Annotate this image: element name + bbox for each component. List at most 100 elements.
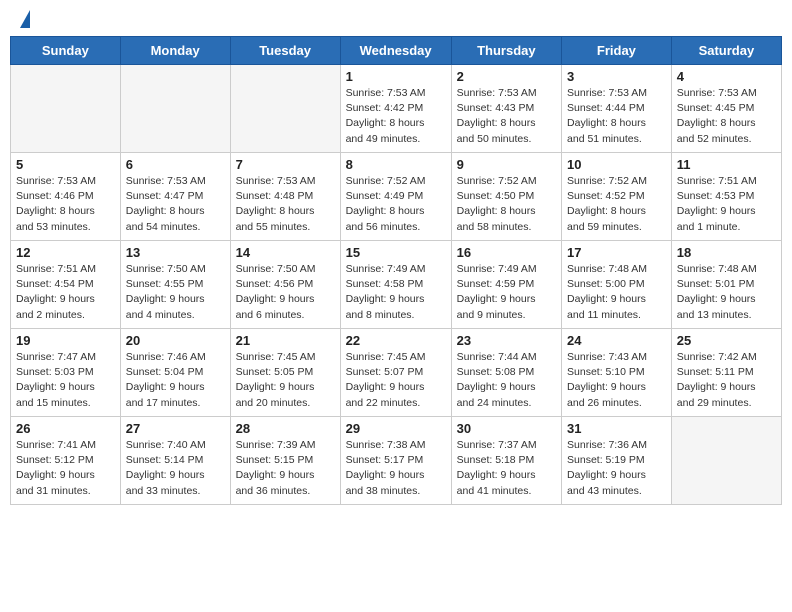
day-info: Sunrise: 7:40 AMSunset: 5:14 PMDaylight:… xyxy=(126,438,225,499)
day-info: Sunrise: 7:49 AMSunset: 4:59 PMDaylight:… xyxy=(457,262,556,323)
day-info: Sunrise: 7:53 AMSunset: 4:47 PMDaylight:… xyxy=(126,174,225,235)
day-number: 20 xyxy=(126,333,225,348)
day-info: Sunrise: 7:36 AMSunset: 5:19 PMDaylight:… xyxy=(567,438,666,499)
calendar-day-cell: 30 Sunrise: 7:37 AMSunset: 5:18 PMDayligh… xyxy=(451,417,561,505)
day-info: Sunrise: 7:53 AMSunset: 4:44 PMDaylight:… xyxy=(567,86,666,147)
day-info: Sunrise: 7:39 AMSunset: 5:15 PMDaylight:… xyxy=(236,438,335,499)
day-info: Sunrise: 7:50 AMSunset: 4:56 PMDaylight:… xyxy=(236,262,335,323)
day-info: Sunrise: 7:46 AMSunset: 5:04 PMDaylight:… xyxy=(126,350,225,411)
calendar-day-cell: 29Sunrise: 7:38 AMSunset: 5:17 PMDayligh… xyxy=(340,417,451,505)
calendar-week-row: 12Sunrise: 7:51 AMSunset: 4:54 PMDayligh… xyxy=(11,241,782,329)
day-info: Sunrise: 7:38 AMSunset: 5:17 PMDaylight:… xyxy=(346,438,446,499)
calendar-day-cell: 21Sunrise: 7:45 AMSunset: 5:05 PMDayligh… xyxy=(230,329,340,417)
day-number: 18 xyxy=(677,245,776,260)
calendar-day-cell: 2 Sunrise: 7:53 AMSunset: 4:43 PMDaylight… xyxy=(451,65,561,153)
day-info: Sunrise: 7:37 AMSunset: 5:18 PMDaylight:… xyxy=(457,438,556,499)
calendar-day-cell: 13Sunrise: 7:50 AMSunset: 4:55 PMDayligh… xyxy=(120,241,230,329)
day-number: 31 xyxy=(567,421,666,436)
calendar-day-cell xyxy=(671,417,781,505)
day-number: 4 xyxy=(677,69,776,84)
calendar-day-cell: 4 Sunrise: 7:53 AMSunset: 4:45 PMDaylight… xyxy=(671,65,781,153)
day-number: 24 xyxy=(567,333,666,348)
day-info: Sunrise: 7:53 AMSunset: 4:42 PMDaylight:… xyxy=(346,86,446,147)
calendar-day-header: Saturday xyxy=(671,37,781,65)
day-number: 25 xyxy=(677,333,776,348)
day-number: 17 xyxy=(567,245,666,260)
calendar-week-row: 1 Sunrise: 7:53 AMSunset: 4:42 PMDaylight… xyxy=(11,65,782,153)
day-info: Sunrise: 7:52 AMSunset: 4:49 PMDaylight:… xyxy=(346,174,446,235)
day-info: Sunrise: 7:47 AMSunset: 5:03 PMDaylight:… xyxy=(16,350,115,411)
day-number: 8 xyxy=(346,157,446,172)
calendar-day-cell: 6 Sunrise: 7:53 AMSunset: 4:47 PMDaylight… xyxy=(120,153,230,241)
calendar-day-cell: 17 Sunrise: 7:48 AMSunset: 5:00 PMDayligh… xyxy=(562,241,672,329)
calendar-day-cell: 5 Sunrise: 7:53 AMSunset: 4:46 PMDaylight… xyxy=(11,153,121,241)
calendar-day-cell: 27Sunrise: 7:40 AMSunset: 5:14 PMDayligh… xyxy=(120,417,230,505)
day-number: 14 xyxy=(236,245,335,260)
calendar-day-cell: 31 Sunrise: 7:36 AMSunset: 5:19 PMDayligh… xyxy=(562,417,672,505)
calendar-wrapper: SundayMondayTuesdayWednesdayThursdayFrid… xyxy=(0,36,792,505)
day-number: 5 xyxy=(16,157,115,172)
calendar-day-cell: 22 Sunrise: 7:45 AMSunset: 5:07 PMDayligh… xyxy=(340,329,451,417)
calendar-day-cell: 23 Sunrise: 7:44 AMSunset: 5:08 PMDayligh… xyxy=(451,329,561,417)
calendar-day-cell xyxy=(11,65,121,153)
calendar-day-cell: 1 Sunrise: 7:53 AMSunset: 4:42 PMDaylight… xyxy=(340,65,451,153)
day-number: 19 xyxy=(16,333,115,348)
day-number: 6 xyxy=(126,157,225,172)
calendar-day-cell: 25 Sunrise: 7:42 AMSunset: 5:11 PMDayligh… xyxy=(671,329,781,417)
day-number: 16 xyxy=(457,245,556,260)
calendar-day-header: Sunday xyxy=(11,37,121,65)
calendar-day-cell: 10 Sunrise: 7:52 AMSunset: 4:52 PMDayligh… xyxy=(562,153,672,241)
header xyxy=(0,0,792,36)
day-info: Sunrise: 7:44 AMSunset: 5:08 PMDaylight:… xyxy=(457,350,556,411)
day-info: Sunrise: 7:42 AMSunset: 5:11 PMDaylight:… xyxy=(677,350,776,411)
calendar-day-cell: 15 Sunrise: 7:49 AMSunset: 4:58 PMDayligh… xyxy=(340,241,451,329)
calendar-table: SundayMondayTuesdayWednesdayThursdayFrid… xyxy=(10,36,782,505)
day-number: 13 xyxy=(126,245,225,260)
page: SundayMondayTuesdayWednesdayThursdayFrid… xyxy=(0,0,792,612)
calendar-day-cell: 16 Sunrise: 7:49 AMSunset: 4:59 PMDayligh… xyxy=(451,241,561,329)
calendar-week-row: 26Sunrise: 7:41 AMSunset: 5:12 PMDayligh… xyxy=(11,417,782,505)
calendar-day-cell xyxy=(120,65,230,153)
calendar-day-cell: 14 Sunrise: 7:50 AMSunset: 4:56 PMDayligh… xyxy=(230,241,340,329)
calendar-day-header: Thursday xyxy=(451,37,561,65)
day-info: Sunrise: 7:51 AMSunset: 4:53 PMDaylight:… xyxy=(677,174,776,235)
day-number: 10 xyxy=(567,157,666,172)
calendar-day-cell: 3 Sunrise: 7:53 AMSunset: 4:44 PMDaylight… xyxy=(562,65,672,153)
logo xyxy=(18,12,30,28)
day-number: 7 xyxy=(236,157,335,172)
day-info: Sunrise: 7:51 AMSunset: 4:54 PMDaylight:… xyxy=(16,262,115,323)
day-info: Sunrise: 7:53 AMSunset: 4:45 PMDaylight:… xyxy=(677,86,776,147)
calendar-day-cell: 26Sunrise: 7:41 AMSunset: 5:12 PMDayligh… xyxy=(11,417,121,505)
calendar-day-cell: 18 Sunrise: 7:48 AMSunset: 5:01 PMDayligh… xyxy=(671,241,781,329)
day-info: Sunrise: 7:45 AMSunset: 5:07 PMDaylight:… xyxy=(346,350,446,411)
day-info: Sunrise: 7:49 AMSunset: 4:58 PMDaylight:… xyxy=(346,262,446,323)
day-number: 30 xyxy=(457,421,556,436)
day-info: Sunrise: 7:53 AMSunset: 4:46 PMDaylight:… xyxy=(16,174,115,235)
calendar-day-cell: 8 Sunrise: 7:52 AMSunset: 4:49 PMDaylight… xyxy=(340,153,451,241)
calendar-day-cell xyxy=(230,65,340,153)
day-info: Sunrise: 7:53 AMSunset: 4:43 PMDaylight:… xyxy=(457,86,556,147)
day-number: 21 xyxy=(236,333,335,348)
day-info: Sunrise: 7:53 AMSunset: 4:48 PMDaylight:… xyxy=(236,174,335,235)
day-number: 26 xyxy=(16,421,115,436)
day-number: 2 xyxy=(457,69,556,84)
day-info: Sunrise: 7:48 AMSunset: 5:01 PMDaylight:… xyxy=(677,262,776,323)
day-info: Sunrise: 7:52 AMSunset: 4:52 PMDaylight:… xyxy=(567,174,666,235)
calendar-day-cell: 28Sunrise: 7:39 AMSunset: 5:15 PMDayligh… xyxy=(230,417,340,505)
calendar-day-header: Friday xyxy=(562,37,672,65)
day-number: 15 xyxy=(346,245,446,260)
day-number: 9 xyxy=(457,157,556,172)
calendar-day-cell: 7 Sunrise: 7:53 AMSunset: 4:48 PMDaylight… xyxy=(230,153,340,241)
day-number: 22 xyxy=(346,333,446,348)
calendar-day-header: Monday xyxy=(120,37,230,65)
calendar-week-row: 5 Sunrise: 7:53 AMSunset: 4:46 PMDaylight… xyxy=(11,153,782,241)
logo-triangle-icon xyxy=(20,10,30,28)
day-number: 1 xyxy=(346,69,446,84)
calendar-day-cell: 19 Sunrise: 7:47 AMSunset: 5:03 PMDayligh… xyxy=(11,329,121,417)
day-number: 23 xyxy=(457,333,556,348)
calendar-day-cell: 20 Sunrise: 7:46 AMSunset: 5:04 PMDayligh… xyxy=(120,329,230,417)
day-info: Sunrise: 7:48 AMSunset: 5:00 PMDaylight:… xyxy=(567,262,666,323)
day-number: 3 xyxy=(567,69,666,84)
calendar-day-cell: 24Sunrise: 7:43 AMSunset: 5:10 PMDayligh… xyxy=(562,329,672,417)
calendar-day-cell: 9Sunrise: 7:52 AMSunset: 4:50 PMDaylight… xyxy=(451,153,561,241)
